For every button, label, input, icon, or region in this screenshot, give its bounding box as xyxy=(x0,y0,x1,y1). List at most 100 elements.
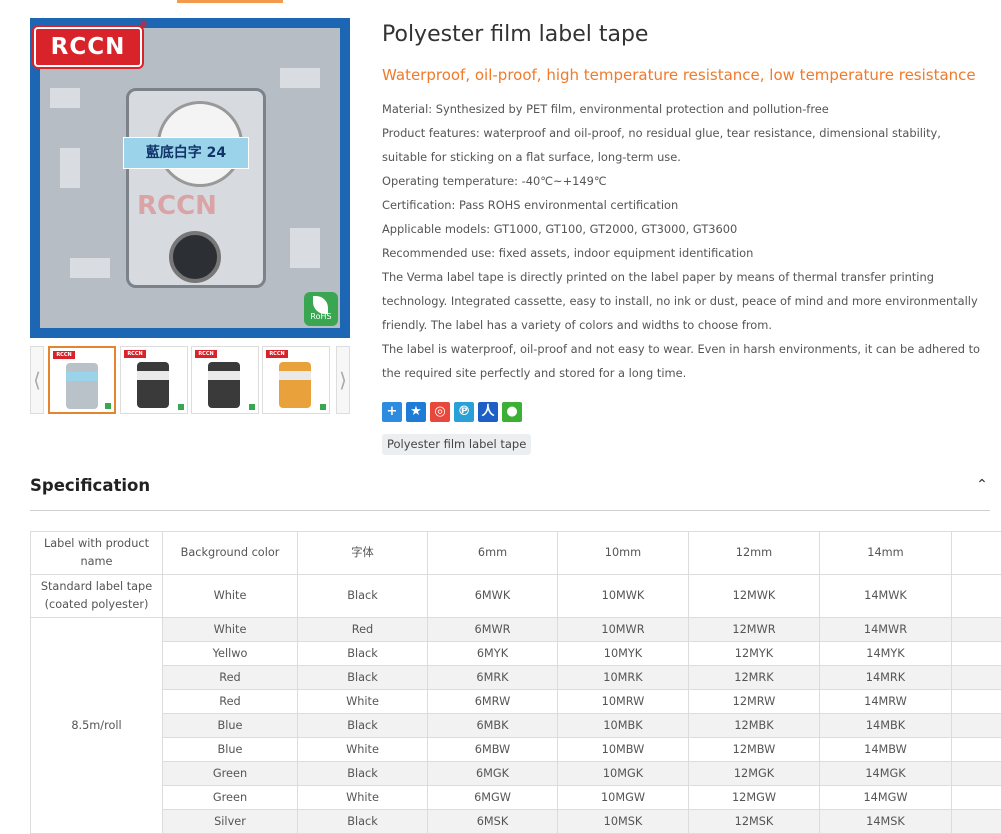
table-cell: White xyxy=(298,738,428,762)
table-cell: Black xyxy=(298,666,428,690)
table-cell: 14MRW xyxy=(820,690,952,714)
table-cell: 12MRW xyxy=(689,690,820,714)
table-cell xyxy=(952,618,1001,642)
registered-mark: ® xyxy=(138,18,149,30)
table-cell xyxy=(952,642,1001,666)
table-cell xyxy=(952,738,1001,762)
table-cell: 10MBK xyxy=(558,714,689,738)
table-cell: 6MGW xyxy=(428,786,558,810)
table-cell: 10MGW xyxy=(558,786,689,810)
table-cell: Red xyxy=(163,666,298,690)
table-cell: Silver xyxy=(163,810,298,834)
table-cell: Black xyxy=(298,810,428,834)
table-cell xyxy=(952,666,1001,690)
specification-table: Label with product name Background color… xyxy=(30,531,1001,834)
table-cell: Green xyxy=(163,786,298,810)
share-plus-icon[interactable]: + xyxy=(382,402,402,422)
table-cell: 10MRW xyxy=(558,690,689,714)
table-cell: 6MSK xyxy=(428,810,558,834)
table-row: RedBlack6MRK10MRK12MRK14MRK xyxy=(31,666,1001,690)
desc-use: Recommended use: fixed assets, indoor eq… xyxy=(382,241,982,265)
table-cell: 10MWR xyxy=(558,618,689,642)
qzone-star-icon[interactable]: ★ xyxy=(406,402,426,422)
table-cell: Blue xyxy=(163,714,298,738)
table-cell: Green xyxy=(163,762,298,786)
thumbnail-1[interactable]: RCCN xyxy=(48,346,116,414)
table-cell: Black xyxy=(298,762,428,786)
header-cell: 14mm xyxy=(820,532,952,575)
table-cell: 14MWR xyxy=(820,618,952,642)
desc-material: Material: Synthesized by PET film, envir… xyxy=(382,97,982,121)
table-cell xyxy=(952,714,1001,738)
thumb-logo: RCCN xyxy=(124,350,146,358)
thumbnail-2[interactable]: RCCN xyxy=(120,346,188,414)
thumb-prev-button[interactable]: ⟨ xyxy=(30,346,44,414)
table-cell: 12MSK xyxy=(689,810,820,834)
table-cell: 14MWK xyxy=(820,575,952,618)
table-cell: Yellwo xyxy=(163,642,298,666)
table-cell: White xyxy=(163,618,298,642)
table-row: RedWhite6MRW10MRW12MRW14MRW xyxy=(31,690,1001,714)
desc-temperature: Operating temperature: -40℃~+149℃ xyxy=(382,169,982,193)
thumb-logo: RCCN xyxy=(266,350,288,358)
table-row: SilverBlack6MSK10MSK12MSK14MSK xyxy=(31,810,1001,834)
thumb-logo: RCCN xyxy=(195,350,217,358)
rccn-logo: RCCN xyxy=(34,27,142,67)
thumbnail-4[interactable]: RCCN xyxy=(262,346,330,414)
header-cell: 10mm xyxy=(558,532,689,575)
table-cell: 6MWK xyxy=(428,575,558,618)
thumb-logo: RCCN xyxy=(53,351,75,359)
table-cell: White xyxy=(163,575,298,618)
thumbnail-3[interactable]: RCCN xyxy=(191,346,259,414)
divider xyxy=(30,510,990,511)
table-row: BlueWhite6MBW10MBW12MBW14MBW xyxy=(31,738,1001,762)
header-cell: Label with product name xyxy=(31,532,163,575)
table-cell: 12MGK xyxy=(689,762,820,786)
table-cell: 10MWK xyxy=(558,575,689,618)
table-cell: 10MRK xyxy=(558,666,689,690)
table-cell: 12MRK xyxy=(689,666,820,690)
desc-printing: The Verma label tape is directly printed… xyxy=(382,265,982,337)
table-cell: 10MGK xyxy=(558,762,689,786)
table-cell xyxy=(952,575,1001,618)
product-main-image[interactable]: 藍底白字 24 RCCN RoHS RCCN ® xyxy=(30,18,350,338)
watermark-logo: RCCN xyxy=(137,191,217,221)
thumb-next-button[interactable]: ⟩ xyxy=(336,346,350,414)
renren-icon[interactable]: 人 xyxy=(478,402,498,422)
product-name-cell: Standard label tape (coated polyester) xyxy=(31,575,163,618)
header-cell: 字体 xyxy=(298,532,428,575)
table-cell: 12MWR xyxy=(689,618,820,642)
product-description: Material: Synthesized by PET film, envir… xyxy=(382,97,982,385)
table-cell: 14MBK xyxy=(820,714,952,738)
wechat-icon[interactable]: ● xyxy=(502,402,522,422)
table-cell: Black xyxy=(298,642,428,666)
collapse-chevron-icon[interactable]: ⌃ xyxy=(974,477,990,493)
table-row: GreenBlack6MGK10MGK12MGK14MGK xyxy=(31,762,1001,786)
table-cell xyxy=(952,786,1001,810)
table-cell: 14MRK xyxy=(820,666,952,690)
cassette-gear xyxy=(169,231,221,283)
table-row: GreenWhite6MGW10MGW12MGW14MGW xyxy=(31,786,1001,810)
table-cell: 14MGW xyxy=(820,786,952,810)
product-tag[interactable]: Polyester film label tape xyxy=(382,434,531,455)
table-row: YellwoBlack6MYK10MYK12MYK14MYK xyxy=(31,642,1001,666)
table-cell: 12MWK xyxy=(689,575,820,618)
table-cell: 12MGW xyxy=(689,786,820,810)
tencent-weibo-icon[interactable]: ℗ xyxy=(454,402,474,422)
rohs-badge: RoHS xyxy=(304,292,338,326)
roll-length-cell: 8.5m/roll xyxy=(31,618,163,834)
table-cell: White xyxy=(298,690,428,714)
product-subtitle: Waterproof, oil-proof, high temperature … xyxy=(382,66,976,84)
desc-models: Applicable models: GT1000, GT100, GT2000… xyxy=(382,217,982,241)
table-cell: Blue xyxy=(163,738,298,762)
table-cell: 6MBW xyxy=(428,738,558,762)
product-photo: 藍底白字 24 RCCN RoHS xyxy=(40,28,340,328)
table-cell: 10MYK xyxy=(558,642,689,666)
table-cell: 6MWR xyxy=(428,618,558,642)
weibo-icon[interactable]: ◎ xyxy=(430,402,450,422)
table-cell: Black xyxy=(298,575,428,618)
table-cell: Black xyxy=(298,714,428,738)
table-cell: Red xyxy=(163,690,298,714)
table-cell: 14MSK xyxy=(820,810,952,834)
header-cell: Background color xyxy=(163,532,298,575)
